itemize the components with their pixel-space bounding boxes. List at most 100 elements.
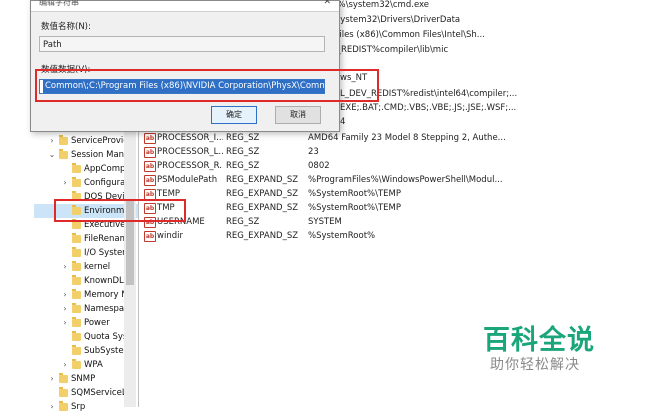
value-name: PROCESSOR_L...: [157, 147, 223, 157]
tree-item-io-system[interactable]: I/O Systen: [34, 246, 138, 260]
folder-icon: [72, 233, 81, 243]
tree-item-label: kernel: [84, 262, 111, 272]
value-type: REG_SZ: [226, 217, 260, 227]
close-icon[interactable]: ✕: [323, 0, 331, 7]
dialog-title: 编辑字符串: [39, 0, 79, 7]
value-type: REG_EXPAND_SZ: [226, 175, 299, 185]
dialog-titlebar[interactable]: 编辑字符串 ✕: [31, 0, 339, 12]
expand-chevron-icon[interactable]: ›: [61, 302, 69, 316]
folder-icon: [72, 359, 81, 369]
value-name: PROCESSOR_R...: [157, 161, 223, 171]
expand-chevron-icon[interactable]: ›: [61, 316, 69, 330]
folder-icon: [59, 387, 68, 397]
value-name-label: 数值名称(N):: [41, 22, 91, 32]
tree-item-session-manager[interactable]: ⌄ Session Man: [34, 148, 138, 162]
value-name-field[interactable]: Path: [39, 36, 325, 52]
folder-icon: [72, 331, 81, 341]
value-type: REG_EXPAND_SZ: [226, 203, 299, 213]
folder-icon: [72, 163, 81, 173]
tree-item-label: SQMServiceL: [71, 388, 127, 398]
string-value-icon: ab: [144, 147, 156, 158]
tree-item-appcompat[interactable]: AppComp: [34, 162, 138, 176]
watermark-subtitle: 助你轻松解决: [490, 357, 580, 373]
expand-chevron-icon[interactable]: ›: [61, 176, 69, 190]
string-value-icon: ab: [144, 161, 156, 172]
tree-item-label: Session Man: [71, 150, 125, 160]
value-name: PROCESSOR_I...: [157, 133, 223, 143]
value-data: %SystemRoot%: [308, 231, 376, 241]
value-type: REG_SZ: [226, 147, 260, 157]
folder-icon: [72, 275, 81, 285]
tree-item-configuration[interactable]: › Configurat: [34, 176, 138, 190]
tree-item-serviceprovider[interactable]: › ServiceProvic: [34, 134, 138, 148]
tree-item-subsystems[interactable]: SubSysten: [34, 344, 138, 358]
expand-chevron-icon[interactable]: ›: [48, 372, 56, 386]
tree-item-label: Quota Sys: [84, 332, 128, 342]
edit-string-dialog: 编辑字符串 ✕ 数值名称(N): Path 数值数据(V): Common\;C…: [30, 0, 340, 132]
tree-item-power[interactable]: › Power: [34, 316, 138, 330]
collapse-chevron-icon[interactable]: ⌄: [48, 148, 56, 162]
value-data: 0802: [308, 161, 330, 171]
folder-icon: [59, 373, 68, 383]
tree-item-filerename[interactable]: FileRenam: [34, 232, 138, 246]
value-data-cell: EXE;.BAT;.CMD;.VBS;.VBE;.JS;.JSE;.WSF;..…: [340, 103, 517, 113]
value-data: %SystemRoot%\TEMP: [308, 189, 401, 199]
value-type: REG_SZ: [226, 133, 260, 143]
tree-item-kernel[interactable]: › kernel: [34, 260, 138, 274]
value-data: %SystemRoot%\TEMP: [308, 203, 401, 213]
expand-chevron-icon[interactable]: ›: [61, 358, 69, 372]
tree-item-srp[interactable]: › Srp: [34, 400, 138, 414]
tree-item-label: Power: [84, 318, 110, 328]
folder-icon: [59, 149, 68, 159]
value-data: AMD64 Family 23 Model 8 Stepping 2, Auth…: [308, 133, 506, 143]
tree-item-quota-system[interactable]: Quota Sys: [34, 330, 138, 344]
highlight-box-environment-tmp: [54, 199, 186, 222]
folder-icon: [59, 135, 68, 145]
highlight-box-value-data: [35, 69, 379, 102]
expand-chevron-icon[interactable]: ›: [48, 400, 56, 414]
folder-icon: [72, 177, 81, 187]
folder-icon: [72, 317, 81, 327]
tree-item-wpa[interactable]: › WPA: [34, 358, 138, 372]
folder-icon: [72, 345, 81, 355]
tree-item-sqmservicelist[interactable]: SQMServiceL: [34, 386, 138, 400]
registry-tree: › ServiceProvic ⌄ Session Man AppComp › …: [34, 128, 138, 412]
value-name: PSModulePath: [157, 175, 218, 185]
folder-icon: [72, 303, 81, 313]
tree-item-label: I/O Systen: [84, 248, 128, 258]
value-data: %ProgramFiles%\WindowsPowerShell\Modul..…: [308, 175, 503, 185]
tree-item-label: WPA: [84, 360, 103, 370]
tree-item-label: Configurat: [84, 178, 129, 188]
tree-item-label: Namespac: [84, 304, 129, 314]
string-value-icon: ab: [144, 175, 156, 186]
expand-chevron-icon[interactable]: ›: [61, 288, 69, 302]
string-value-icon: ab: [144, 133, 156, 144]
ok-button[interactable]: 确定: [211, 106, 257, 124]
folder-icon: [72, 289, 81, 299]
expand-chevron-icon[interactable]: ›: [48, 134, 56, 148]
value-data-cell: 4: [340, 117, 346, 127]
folder-icon: [72, 261, 81, 271]
value-data: SYSTEM: [308, 217, 342, 227]
watermark-title: 百科全说: [483, 325, 595, 356]
value-name: windir: [157, 231, 183, 241]
tree-item-memory-management[interactable]: › Memory N: [34, 288, 138, 302]
tree-item-label: AppComp: [84, 164, 126, 174]
value-type: REG_EXPAND_SZ: [226, 231, 299, 241]
tree-item-namespace[interactable]: › Namespac: [34, 302, 138, 316]
value-type: REG_EXPAND_SZ: [226, 189, 299, 199]
folder-icon: [72, 247, 81, 257]
tree-item-label: Memory N: [84, 290, 128, 300]
tree-item-label: SubSysten: [84, 346, 129, 356]
tree-item-label: SNMP: [71, 374, 96, 384]
value-type: REG_SZ: [226, 161, 260, 171]
folder-icon: [59, 401, 68, 411]
tree-item-label: FileRenam: [84, 234, 128, 244]
tree-item-snmp[interactable]: › SNMP: [34, 372, 138, 386]
tree-item-label: ServiceProvic: [71, 136, 128, 146]
tree-item-knowndlls[interactable]: KnownDLL: [34, 274, 138, 288]
value-data: 23: [308, 147, 319, 157]
cancel-button[interactable]: 取消: [275, 106, 321, 124]
tree-item-label: Srp: [71, 402, 86, 412]
expand-chevron-icon[interactable]: ›: [61, 260, 69, 274]
